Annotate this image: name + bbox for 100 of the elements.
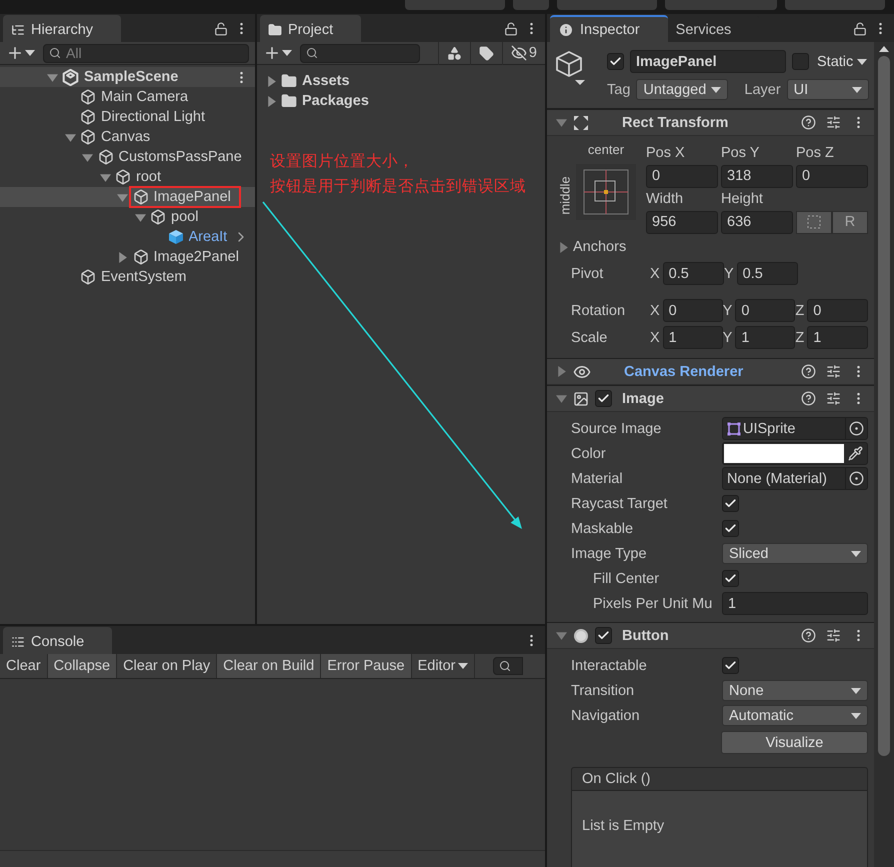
- checkbox[interactable]: [595, 390, 612, 407]
- presets-icon[interactable]: [826, 628, 841, 643]
- anchor-label: center: [586, 142, 626, 159]
- lock-icon[interactable]: [504, 22, 518, 36]
- number-field[interactable]: 0: [807, 299, 868, 322]
- scrollbar-thumb[interactable]: [878, 56, 890, 756]
- lock-icon[interactable]: [853, 22, 867, 36]
- number-field[interactable]: 1: [807, 326, 868, 349]
- help-icon[interactable]: [801, 115, 816, 130]
- console-toggle[interactable]: Clear on Build: [217, 654, 322, 678]
- foldout-arrow-icon[interactable]: [556, 117, 567, 128]
- tag-label: Tag: [607, 82, 630, 98]
- scroll-up-icon[interactable]: [879, 46, 889, 52]
- expand-arrow-icon[interactable]: [266, 76, 276, 86]
- foldout-arrow-icon[interactable]: [556, 630, 567, 641]
- hierarchy-row[interactable]: CustomsPassPane: [0, 147, 255, 167]
- search-field[interactable]: [493, 657, 524, 675]
- component-header[interactable]: Rect Transform: [547, 109, 874, 136]
- presets-icon[interactable]: [826, 391, 841, 406]
- help-icon[interactable]: [801, 391, 816, 406]
- number-field[interactable]: 0: [662, 299, 723, 322]
- checkbox[interactable]: [607, 53, 624, 70]
- hierarchy-row[interactable]: Directional Light: [0, 107, 255, 127]
- annotation-text: 设置图片位置大小，: [270, 152, 414, 172]
- expand-arrow-icon[interactable]: [82, 152, 93, 162]
- lock-icon[interactable]: [214, 22, 228, 36]
- layer-dropdown[interactable]: UI: [786, 79, 870, 100]
- expand-arrow-icon[interactable]: [266, 96, 276, 106]
- console-toggle[interactable]: Error Pause: [321, 654, 412, 678]
- create-button[interactable]: [6, 44, 35, 62]
- object-field[interactable]: None (Material): [722, 467, 868, 490]
- hierarchy-row[interactable]: pool: [0, 207, 255, 227]
- number-field[interactable]: 0: [646, 164, 718, 188]
- expand-arrow-icon[interactable]: [100, 172, 110, 182]
- number-field[interactable]: 0: [796, 164, 868, 188]
- project-row[interactable]: Assets: [257, 71, 545, 91]
- search-icon: [306, 46, 318, 58]
- hierarchy-row[interactable]: AreaIt: [0, 227, 255, 247]
- color-swatch[interactable]: [724, 444, 844, 463]
- panel-tab[interactable]: Hierarchy: [3, 15, 122, 42]
- search-field[interactable]: All: [43, 44, 249, 62]
- dropdown[interactable]: Automatic: [722, 705, 868, 726]
- component-header[interactable]: Button: [547, 622, 874, 649]
- hierarchy-row[interactable]: Image2Panel: [0, 247, 255, 267]
- hierarchy-row[interactable]: Canvas: [0, 127, 255, 147]
- panel-tab[interactable]: Inspector: [550, 15, 668, 42]
- number-field[interactable]: 1: [662, 326, 723, 349]
- color-field[interactable]: [722, 442, 868, 465]
- annotation-text: 按钮是用于判断是否点击到错误区域: [270, 177, 526, 197]
- presets-icon[interactable]: [826, 115, 841, 130]
- number-field[interactable]: 0.5: [662, 262, 724, 285]
- blueprint-mode-button[interactable]: [796, 210, 832, 234]
- checkbox[interactable]: [722, 657, 739, 674]
- caret-icon: [282, 50, 292, 56]
- project-row[interactable]: Packages: [257, 91, 545, 111]
- hierarchy-row[interactable]: Main Camera: [0, 87, 255, 107]
- checkbox[interactable]: [792, 53, 809, 70]
- expand-arrow-icon[interactable]: [64, 132, 76, 142]
- panel-tab[interactable]: Project: [260, 15, 362, 42]
- help-icon[interactable]: [801, 364, 816, 379]
- static-dropdown[interactable]: Static: [815, 51, 870, 72]
- console-toggle[interactable]: Collapse: [48, 654, 118, 678]
- hierarchy-row[interactable]: root: [0, 167, 255, 187]
- component-header[interactable]: Canvas Renderer: [547, 358, 874, 385]
- checkbox[interactable]: [722, 495, 739, 512]
- anchor-preset-button[interactable]: [576, 164, 636, 220]
- presets-icon[interactable]: [826, 364, 841, 379]
- number-field[interactable]: 0: [735, 299, 796, 322]
- visualize-button[interactable]: Visualize: [721, 731, 868, 754]
- number-field[interactable]: 956: [646, 210, 718, 234]
- foldout-arrow-icon[interactable]: [556, 393, 567, 404]
- dropdown[interactable]: Sliced: [722, 543, 868, 564]
- foldout-arrow-icon[interactable]: [556, 366, 567, 377]
- dropdown[interactable]: None: [722, 680, 868, 701]
- create-button[interactable]: [263, 44, 292, 62]
- tag-dropdown[interactable]: Untagged: [636, 79, 728, 100]
- expand-arrow-icon[interactable]: [117, 192, 128, 202]
- number-field[interactable]: 318: [721, 164, 793, 188]
- component-header[interactable]: Image: [547, 385, 874, 412]
- number-field[interactable]: 0.5: [736, 262, 798, 285]
- search-field[interactable]: [300, 44, 420, 62]
- checkbox[interactable]: [595, 627, 612, 644]
- expand-arrow-icon[interactable]: [134, 212, 146, 222]
- caret-icon: [711, 86, 722, 92]
- name-field[interactable]: ImagePanel: [630, 50, 786, 73]
- scene-row[interactable]: SampleScene: [0, 67, 255, 87]
- expand-arrow-icon[interactable]: [46, 72, 58, 82]
- checkbox[interactable]: [722, 570, 739, 587]
- panel-tab[interactable]: Console: [3, 627, 112, 654]
- hierarchy-row[interactable]: ImagePanel: [0, 187, 255, 207]
- checkbox[interactable]: [722, 520, 739, 537]
- number-field[interactable]: 1: [722, 592, 868, 615]
- hierarchy-row[interactable]: EventSystem: [0, 267, 255, 287]
- help-icon[interactable]: [801, 628, 816, 643]
- number-field[interactable]: 636: [721, 210, 793, 234]
- scrollbar-track[interactable]: [874, 42, 894, 867]
- number-field[interactable]: 1: [735, 326, 796, 349]
- object-field[interactable]: UISprite: [722, 417, 868, 440]
- expand-arrow-icon[interactable]: [117, 252, 128, 262]
- expand-arrow-icon[interactable]: [558, 242, 568, 252]
